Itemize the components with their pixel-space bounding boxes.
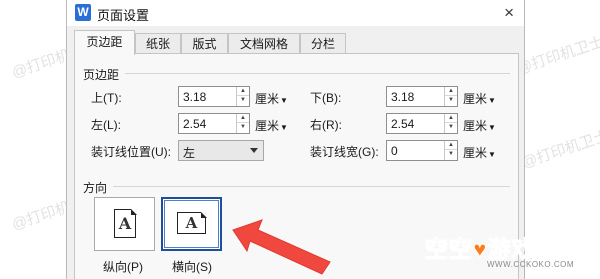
logo-url: WWW.CCKOKO.COM (487, 260, 574, 269)
tab-margins[interactable]: 页边距 (74, 30, 135, 55)
heart-icon: ♥ (473, 236, 488, 263)
logo-text-2: 游戏园 (487, 236, 560, 263)
logo-text-1: 空空 (425, 236, 473, 263)
arrow-shape (232, 219, 331, 275)
site-logo: 空空♥游戏园 WWW.CCKOKO.COM (425, 230, 574, 270)
